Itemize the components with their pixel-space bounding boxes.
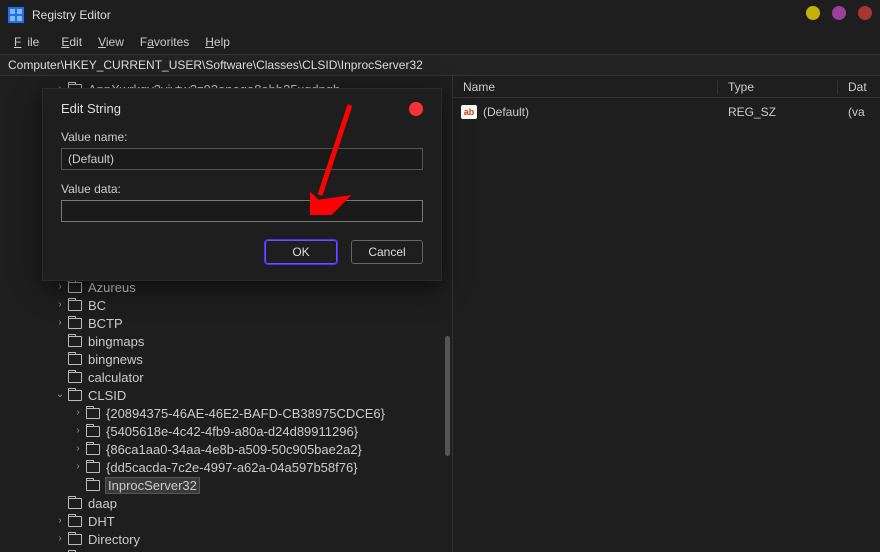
folder-icon xyxy=(86,408,100,419)
tree-item[interactable]: › Directory xyxy=(0,530,452,548)
tree-item[interactable]: › {dd5cacda-7c2e-4997-a62a-04a597b58f76} xyxy=(0,458,452,476)
value-name-label: Value name: xyxy=(61,130,423,144)
tree-item-label: {86ca1aa0-34aa-4e8b-a509-50c905bae2a2} xyxy=(106,442,362,457)
app-icon xyxy=(8,7,24,23)
tree-item[interactable]: InprocServer32 xyxy=(0,476,452,494)
folder-icon xyxy=(68,498,82,509)
tree-item-label: bingnews xyxy=(88,352,143,367)
folder-icon xyxy=(86,426,100,437)
tree-item-label: {20894375-46AE-46E2-BAFD-CB38975CDCE6} xyxy=(106,406,385,421)
folder-icon xyxy=(86,444,100,455)
chevron-right-icon[interactable]: › xyxy=(72,426,84,436)
tree-item[interactable]: ⌄ CLSID xyxy=(0,386,452,404)
chevron-right-icon[interactable]: › xyxy=(72,444,84,454)
tree-item[interactable]: › {86ca1aa0-34aa-4e8b-a509-50c905bae2a2} xyxy=(0,440,452,458)
value-data: (va xyxy=(838,105,880,119)
address-text: Computer\HKEY_CURRENT_USER\Software\Clas… xyxy=(8,58,423,72)
close-button[interactable] xyxy=(858,6,872,20)
tree-item[interactable]: bingmaps xyxy=(0,332,452,350)
folder-icon xyxy=(68,516,82,527)
tree-item[interactable]: › DHT xyxy=(0,512,452,530)
folder-icon xyxy=(68,282,82,293)
menubar: File Edit View Favorites Help xyxy=(0,30,880,54)
values-header: Name Type Dat xyxy=(453,76,880,98)
value-data-input[interactable] xyxy=(61,200,423,222)
col-header-name[interactable]: Name xyxy=(453,80,718,94)
maximize-button[interactable] xyxy=(832,6,846,20)
value-name: (Default) xyxy=(483,105,718,119)
tree-item-label: DHT xyxy=(88,514,115,529)
tree-item-label: Directory xyxy=(88,532,140,547)
tree-item-label: {dd5cacda-7c2e-4997-a62a-04a597b58f76} xyxy=(106,460,358,475)
chevron-right-icon[interactable]: › xyxy=(54,300,66,310)
folder-icon xyxy=(68,390,82,401)
tree-item-label: BC xyxy=(88,298,106,313)
tree-item-label: CLSID xyxy=(88,388,126,403)
tree-item[interactable]: › BC xyxy=(0,296,452,314)
col-header-data[interactable]: Dat xyxy=(838,80,880,94)
tree-item[interactable]: › {5405618e-4c42-4fb9-a80a-d24d89911296} xyxy=(0,422,452,440)
tree-item[interactable]: ›discord-712465656758665259 xyxy=(0,548,452,552)
menu-view[interactable]: View xyxy=(92,33,130,51)
menu-help[interactable]: Help xyxy=(199,33,236,51)
folder-icon xyxy=(68,318,82,329)
chevron-right-icon[interactable]: › xyxy=(54,318,66,328)
chevron-right-icon[interactable]: › xyxy=(72,408,84,418)
folder-icon xyxy=(68,534,82,545)
menu-favorites[interactable]: Favorites xyxy=(134,33,195,51)
tree-item-label: bingmaps xyxy=(88,334,144,349)
value-type: REG_SZ xyxy=(718,105,838,119)
edit-string-dialog: Edit String Value name: Value data: OK C… xyxy=(42,88,442,281)
window-controls xyxy=(806,6,872,20)
cancel-button[interactable]: Cancel xyxy=(351,240,423,264)
col-header-type[interactable]: Type xyxy=(718,80,838,94)
tree-item-label: InprocServer32 xyxy=(106,478,199,493)
tree-item-label: daap xyxy=(88,496,117,511)
dialog-title: Edit String xyxy=(61,101,121,116)
values-panel: Name Type Dat ab (Default)REG_SZ(va xyxy=(453,76,880,552)
chevron-down-icon[interactable]: ⌄ xyxy=(54,390,66,400)
value-row[interactable]: ab (Default)REG_SZ(va xyxy=(453,102,880,122)
tree-item[interactable]: › BCTP xyxy=(0,314,452,332)
chevron-right-icon[interactable]: › xyxy=(72,462,84,472)
folder-icon xyxy=(86,462,100,473)
folder-icon xyxy=(86,480,100,491)
ok-button[interactable]: OK xyxy=(265,240,337,264)
folder-icon xyxy=(68,354,82,365)
window-title: Registry Editor xyxy=(32,8,111,22)
chevron-right-icon[interactable]: › xyxy=(54,282,66,292)
tree-item-label: Azureus xyxy=(88,280,136,295)
menu-edit[interactable]: Edit xyxy=(55,33,88,51)
titlebar: Registry Editor xyxy=(0,0,880,30)
value-name-input[interactable] xyxy=(61,148,423,170)
tree-item-label: BCTP xyxy=(88,316,123,331)
tree-item-label: {5405618e-4c42-4fb9-a80a-d24d89911296} xyxy=(106,424,358,439)
chevron-right-icon[interactable]: › xyxy=(54,516,66,526)
tree-item-label: calculator xyxy=(88,370,144,385)
address-bar[interactable]: Computer\HKEY_CURRENT_USER\Software\Clas… xyxy=(0,54,880,76)
tree-item[interactable]: calculator xyxy=(0,368,452,386)
minimize-button[interactable] xyxy=(806,6,820,20)
scrollbar-thumb[interactable] xyxy=(445,336,450,456)
folder-icon xyxy=(68,372,82,383)
tree-item[interactable]: bingnews xyxy=(0,350,452,368)
chevron-right-icon[interactable]: › xyxy=(54,534,66,544)
folder-icon xyxy=(68,336,82,347)
folder-icon xyxy=(68,300,82,311)
tree-item[interactable]: › {20894375-46AE-46E2-BAFD-CB38975CDCE6} xyxy=(0,404,452,422)
dialog-close-icon[interactable] xyxy=(409,102,423,116)
tree-item[interactable]: daap xyxy=(0,494,452,512)
string-value-icon: ab xyxy=(461,105,477,119)
menu-file[interactable]: File xyxy=(8,33,51,51)
value-data-label: Value data: xyxy=(61,182,423,196)
